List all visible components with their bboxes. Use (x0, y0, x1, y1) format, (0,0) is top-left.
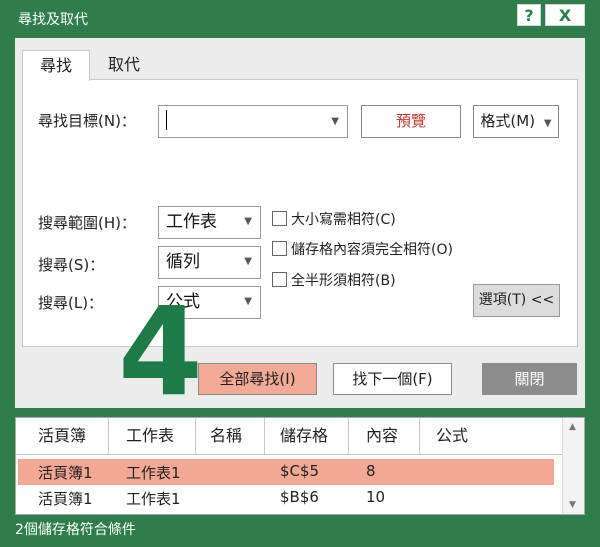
within-select[interactable]: 工作表 ▼ (158, 206, 261, 239)
chevron-down-icon: ▼ (543, 118, 552, 129)
tab-replace[interactable]: 取代 (95, 50, 153, 80)
checkbox-icon (272, 241, 287, 256)
options-button[interactable]: 選項(T) << (473, 284, 560, 317)
match-entire-checkbox[interactable]: 儲存格內容須完全相符(O) (272, 239, 453, 259)
column-divider (195, 418, 196, 454)
search-select[interactable]: 循列 ▼ (158, 246, 261, 279)
checkbox-icon (272, 211, 287, 226)
find-next-button[interactable]: 找下一個(F) (333, 363, 452, 395)
close-button[interactable]: 關閉 (482, 363, 577, 395)
chevron-down-icon: ▼ (244, 216, 252, 227)
format-button-label: 格式(M) (480, 112, 536, 130)
chevron-down-icon: ▼ (244, 296, 252, 307)
status-text: 2個儲存格符合條件 (15, 522, 136, 538)
table-cell: 活頁簿1 (38, 464, 93, 482)
results-scrollbar[interactable]: ▲ ▼ (562, 418, 584, 514)
preview-button[interactable]: 預覽 (361, 105, 461, 138)
find-what-label: 尋找目標(N)： (38, 112, 136, 130)
column-divider (264, 418, 265, 454)
step-number-annotation: 4 (118, 281, 203, 423)
help-button[interactable]: ? (517, 4, 541, 26)
search-label: 搜尋(S)： (38, 256, 105, 274)
table-cell: 工作表1 (126, 490, 181, 508)
match-byte-label: 全半形須相符(B) (291, 273, 396, 289)
format-button[interactable]: 格式(M) ▼ (473, 105, 559, 138)
scroll-up-icon[interactable]: ▲ (569, 422, 576, 432)
match-byte-checkbox[interactable]: 全半形須相符(B) (272, 270, 396, 290)
table-cell: 活頁簿1 (38, 490, 93, 508)
tab-find[interactable]: 尋找 (22, 50, 90, 81)
column-divider (419, 418, 420, 454)
within-label: 搜尋範圍(H)： (38, 214, 136, 232)
chevron-down-icon: ▼ (331, 116, 339, 127)
col-header-book[interactable]: 活頁簿 (38, 418, 86, 454)
checkbox-icon (272, 272, 287, 287)
col-header-sheet[interactable]: 工作表 (126, 418, 174, 454)
match-case-checkbox[interactable]: 大小寫需相符(C) (272, 209, 396, 229)
find-all-button[interactable]: 全部尋找(I) (198, 363, 317, 395)
col-header-formula[interactable]: 公式 (436, 418, 468, 454)
table-cell: 8 (366, 462, 376, 480)
close-window-button[interactable]: X (545, 4, 585, 26)
scroll-down-icon[interactable]: ▼ (569, 500, 576, 510)
table-cell: $B$6 (280, 488, 319, 506)
col-header-name[interactable]: 名稱 (210, 418, 242, 454)
match-entire-label: 儲存格內容須完全相符(O) (291, 242, 453, 258)
find-what-input[interactable]: ▼ (158, 105, 348, 138)
table-cell: $C$5 (280, 462, 320, 480)
table-cell: 10 (366, 488, 386, 506)
chevron-down-icon: ▼ (244, 256, 252, 267)
window-title: 尋找及取代 (18, 12, 88, 28)
col-header-value[interactable]: 內容 (366, 418, 398, 454)
within-value: 工作表 (166, 212, 217, 232)
col-header-cell[interactable]: 儲存格 (280, 418, 328, 454)
column-divider (108, 418, 109, 454)
search-value: 循列 (166, 252, 200, 272)
table-cell: 工作表1 (126, 464, 181, 482)
match-case-label: 大小寫需相符(C) (291, 212, 396, 228)
lookin-label: 搜尋(L)： (38, 294, 104, 312)
column-divider (348, 418, 349, 454)
